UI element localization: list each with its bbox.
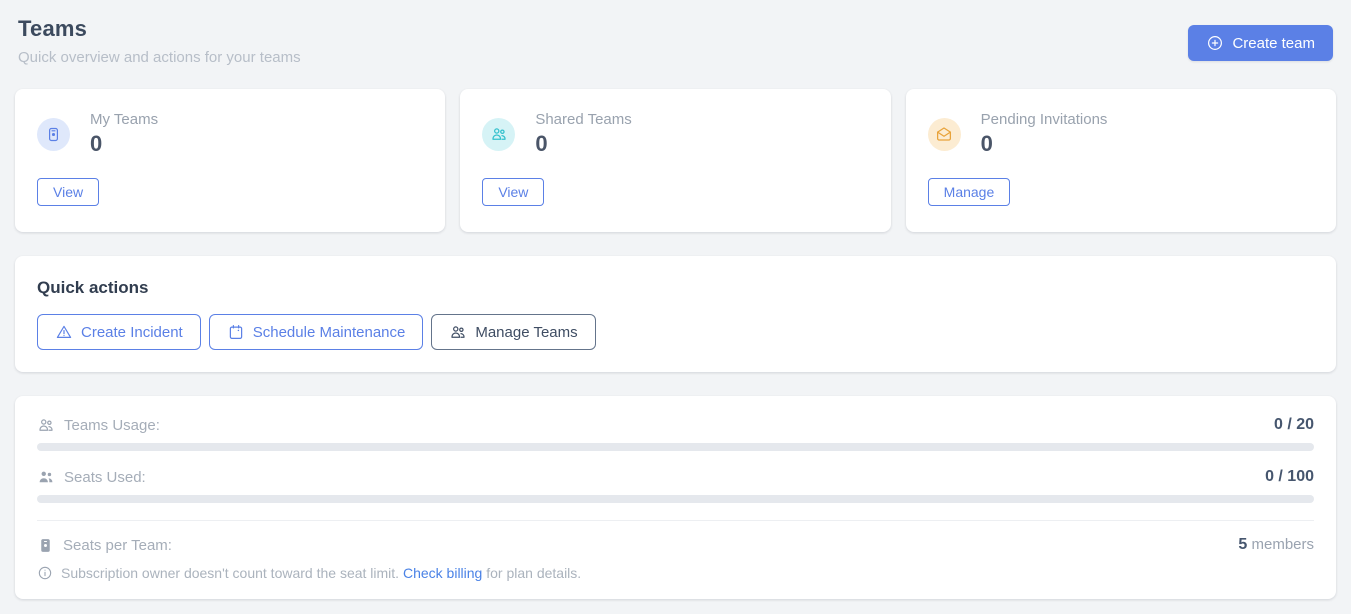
- stat-value: 0: [90, 131, 158, 157]
- teams-usage-label: Teams Usage:: [64, 417, 160, 434]
- check-billing-link[interactable]: Check billing: [403, 565, 482, 581]
- manage-teams-button[interactable]: Manage Teams: [431, 314, 595, 350]
- plus-circle-icon: [1206, 34, 1224, 52]
- quick-actions-title: Quick actions: [37, 278, 1314, 298]
- note-text: Subscription owner doesn't count toward …: [61, 565, 581, 581]
- users-icon: [449, 323, 467, 341]
- stat-cards-row: My Teams 0 View Shared Teams 0 View: [15, 89, 1336, 232]
- page-header-text: Teams Quick overview and actions for you…: [18, 16, 301, 66]
- seats-used-progressbar: [37, 495, 1314, 503]
- stat-label: Shared Teams: [535, 111, 631, 128]
- view-shared-teams-button[interactable]: View: [482, 178, 544, 206]
- seats-per-team-unit: members: [1247, 536, 1314, 553]
- stat-label: Pending Invitations: [981, 111, 1108, 128]
- id-badge-icon: [37, 537, 54, 554]
- manage-invitations-button[interactable]: Manage: [928, 178, 1011, 206]
- seats-used-row: Seats Used: 0 / 100: [37, 468, 1314, 486]
- note-text-suffix: for plan details.: [482, 565, 581, 581]
- seats-per-team-number: 5: [1238, 536, 1247, 553]
- seat-limit-note: Subscription owner doesn't count toward …: [37, 565, 1314, 581]
- stat-card-shared-teams: Shared Teams 0 View: [460, 89, 890, 232]
- stat-label: My Teams: [90, 111, 158, 128]
- seats-per-team-value: 5 members: [1238, 536, 1314, 554]
- stat-card-my-teams: My Teams 0 View: [15, 89, 445, 232]
- seats-used-label: Seats Used:: [64, 469, 146, 486]
- page-subtitle: Quick overview and actions for your team…: [18, 49, 301, 66]
- note-text-main: Subscription owner doesn't count toward …: [61, 565, 403, 581]
- users-icon: [482, 118, 515, 151]
- create-incident-label: Create Incident: [81, 324, 183, 341]
- users-outline-icon: [37, 416, 55, 434]
- page-title: Teams: [18, 16, 301, 42]
- info-icon: [37, 565, 53, 581]
- calendar-icon: [227, 323, 245, 341]
- seats-per-team-row: Seats per Team: 5 members: [37, 536, 1314, 554]
- warning-icon: [55, 323, 73, 341]
- schedule-maintenance-button[interactable]: Schedule Maintenance: [209, 314, 424, 350]
- mail-open-icon: [928, 118, 961, 151]
- schedule-maintenance-label: Schedule Maintenance: [253, 324, 406, 341]
- create-team-label: Create team: [1232, 35, 1315, 52]
- teams-usage-row: Teams Usage: 0 / 20: [37, 416, 1314, 434]
- page-header: Teams Quick overview and actions for you…: [15, 14, 1336, 66]
- users-filled-icon: [37, 468, 55, 486]
- usage-divider: [37, 520, 1314, 521]
- usage-panel: Teams Usage: 0 / 20 Seats Used: 0 / 100: [15, 396, 1336, 599]
- stat-value: 0: [535, 131, 631, 157]
- quick-actions-panel: Quick actions Create Incident Schedule M…: [15, 256, 1336, 372]
- create-incident-button[interactable]: Create Incident: [37, 314, 201, 350]
- seats-per-team-label: Seats per Team:: [63, 537, 172, 554]
- teams-usage-value: 0 / 20: [1274, 416, 1314, 434]
- manage-teams-label: Manage Teams: [475, 324, 577, 341]
- seats-used-value: 0 / 100: [1265, 468, 1314, 486]
- teams-usage-progressbar: [37, 443, 1314, 451]
- id-badge-icon: [37, 118, 70, 151]
- stat-card-pending-invitations: Pending Invitations 0 Manage: [906, 89, 1336, 232]
- stat-value: 0: [981, 131, 1108, 157]
- create-team-button[interactable]: Create team: [1188, 25, 1333, 61]
- view-my-teams-button[interactable]: View: [37, 178, 99, 206]
